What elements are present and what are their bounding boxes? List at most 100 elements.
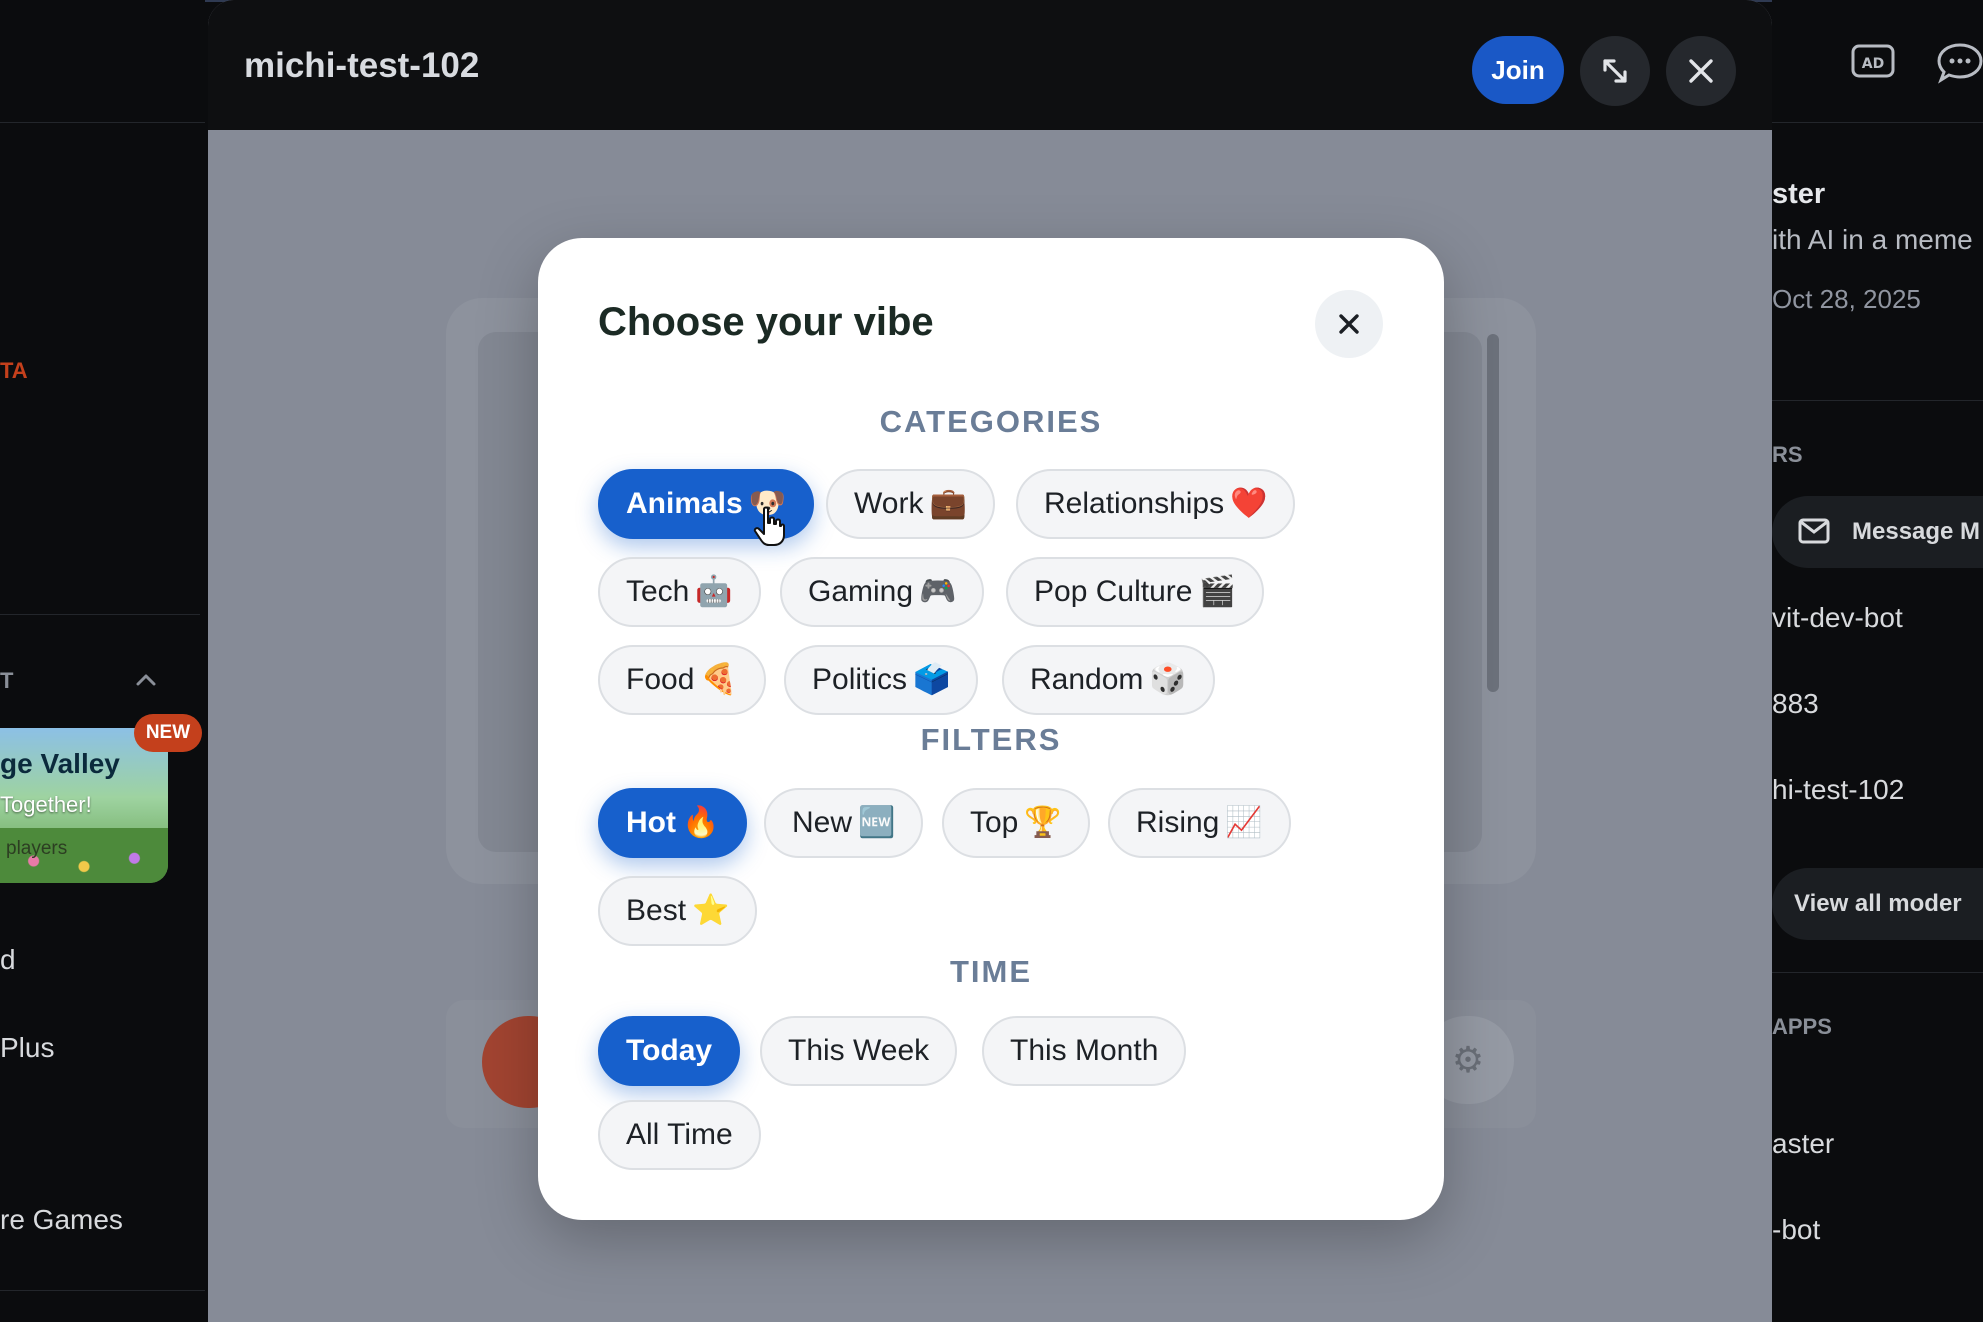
chip-time-today[interactable]: Today (598, 1016, 741, 1086)
ballot-box-icon: 🗳️ (913, 663, 951, 696)
chip-category-politics[interactable]: Politics 🗳️ (784, 645, 979, 715)
modal-title: Choose your vibe (598, 300, 934, 344)
left-sidebar: TA T ge Valley Together! players NEW d P… (0, 0, 205, 1322)
chip-label: Gaming (808, 575, 914, 608)
moderator-item[interactable]: 883 (1772, 688, 1819, 720)
game-window-title: michi-test-102 (244, 46, 480, 85)
chip-label: Today (626, 1034, 713, 1067)
categories-heading: CATEGORIES (879, 404, 1103, 439)
clapperboard-icon: 🎬 (1198, 575, 1236, 608)
divider (0, 1290, 205, 1291)
chip-time-all-time[interactable]: All Time (598, 1100, 761, 1170)
new-icon: 🆕 (858, 806, 896, 839)
chip-category-pop-culture[interactable]: Pop Culture 🎬 (1006, 557, 1264, 627)
app-item[interactable]: aster (1772, 1128, 1834, 1160)
divider (1772, 400, 1983, 401)
chat-icon[interactable] (1936, 40, 1983, 84)
chip-label: This Month (1010, 1034, 1159, 1067)
briefcase-icon: 💼 (929, 487, 967, 520)
join-button[interactable]: Join (1472, 36, 1564, 104)
chip-label: Top (970, 806, 1019, 839)
chip-category-tech[interactable]: Tech 🤖 (598, 557, 761, 627)
divider (1772, 122, 1983, 123)
view-all-moderators-button[interactable]: View all moder (1772, 868, 1983, 940)
chip-label: Relationships (1044, 487, 1225, 520)
divider (1772, 972, 1983, 973)
chip-filter-new[interactable]: New 🆕 (764, 788, 924, 858)
chip-label: Best (626, 894, 687, 927)
mail-icon (1798, 518, 1830, 551)
app-name: ster (1772, 178, 1826, 210)
chip-category-gaming[interactable]: Gaming 🎮 (780, 557, 985, 627)
app-item[interactable]: -bot (1772, 1214, 1820, 1246)
close-icon (1689, 59, 1713, 83)
chip-category-food[interactable]: Food 🍕 (598, 645, 766, 715)
sidebar-item[interactable]: re Games (0, 1204, 123, 1236)
pizza-icon: 🍕 (700, 663, 738, 696)
chip-label: Rising (1136, 806, 1220, 839)
chip-filter-rising[interactable]: Rising 📈 (1108, 788, 1291, 858)
chip-filter-top[interactable]: Top 🏆 (942, 788, 1090, 858)
modal-close-button[interactable] (1315, 290, 1383, 358)
section-label: T (0, 668, 14, 693)
right-sidebar: AD ster ith AI in a meme Oct 28, 2025 RS… (1772, 0, 1983, 1322)
chip-filter-hot[interactable]: Hot 🔥 (598, 788, 748, 858)
chip-category-random[interactable]: Random 🎲 (1002, 645, 1215, 715)
chart-up-icon: 📈 (1225, 806, 1263, 839)
close-icon (1339, 314, 1359, 334)
chip-category-relationships[interactable]: Relationships ❤️ (1016, 469, 1296, 539)
heart-icon: ❤️ (1230, 487, 1268, 520)
sidebar-item[interactable]: Plus (0, 1032, 54, 1064)
sidebar-item[interactable]: d (0, 944, 16, 976)
beta-label: TA (0, 358, 28, 383)
trophy-icon: 🏆 (1024, 806, 1062, 839)
chip-label: Animals (626, 487, 743, 520)
expand-button[interactable] (1580, 36, 1650, 106)
chip-time-this-month[interactable]: This Month (982, 1016, 1187, 1086)
expand-icon (1603, 59, 1627, 83)
chip-category-work[interactable]: Work 💼 (826, 469, 995, 539)
svg-text:AD: AD (1862, 56, 1884, 72)
moderator-item[interactable]: vit-dev-bot (1772, 602, 1903, 634)
chip-label: Work (854, 487, 924, 520)
chip-label: All Time (626, 1118, 733, 1151)
chip-filter-best[interactable]: Best ⭐ (598, 876, 758, 946)
app-date: Oct 28, 2025 (1772, 284, 1921, 314)
moderators-heading: RS (1772, 442, 1803, 467)
close-window-button[interactable] (1666, 36, 1736, 106)
time-heading: TIME (949, 954, 1033, 989)
game-scrollbar[interactable] (1487, 334, 1499, 692)
game-window-header: michi-test-102 Join (208, 0, 1772, 130)
choose-vibe-modal: Choose your vibe CATEGORIES FILTERS TIME… (538, 238, 1444, 1220)
featured-game-card[interactable]: ge Valley Together! players (0, 728, 168, 883)
gamepad-icon: 🎮 (919, 575, 957, 608)
ad-icon[interactable]: AD (1850, 40, 1898, 84)
chip-label: Hot (626, 806, 676, 839)
chip-label: Random (1030, 663, 1144, 696)
new-badge: NEW (134, 714, 202, 752)
robot-icon: 🤖 (695, 575, 733, 608)
chip-label: Food (626, 663, 695, 696)
view-all-label: View all moder (1794, 890, 1962, 917)
chip-label: Pop Culture (1034, 575, 1193, 608)
divider (0, 614, 200, 615)
hand-pointer-icon (753, 506, 785, 546)
chip-label: Tech (626, 575, 690, 608)
chip-label: New (792, 806, 853, 839)
featured-game-title: ge Valley (0, 748, 120, 779)
chip-label: Politics (812, 663, 908, 696)
app-description: ith AI in a meme (1772, 224, 1973, 255)
featured-game-players: players (6, 838, 68, 859)
message-mods-button[interactable]: Message M (1772, 496, 1983, 568)
message-mods-label: Message M (1852, 518, 1981, 545)
moderator-item[interactable]: hi-test-102 (1772, 774, 1904, 806)
filters-heading: FILTERS (920, 722, 1062, 757)
chip-time-this-week[interactable]: This Week (760, 1016, 958, 1086)
chevron-up-icon[interactable] (130, 664, 162, 696)
star-icon: ⭐ (692, 894, 730, 927)
featured-game-subtitle: Together! (0, 792, 92, 817)
dice-icon: 🎲 (1149, 663, 1187, 696)
chip-label: This Week (788, 1034, 930, 1067)
divider (0, 122, 205, 123)
apps-heading: APPS (1772, 1014, 1832, 1039)
